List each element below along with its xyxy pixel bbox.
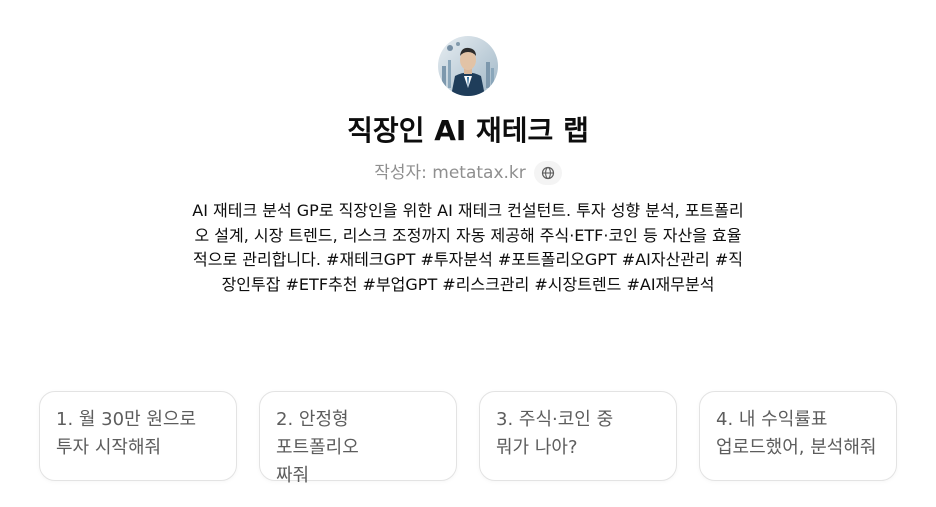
starter-label: 3. 주식·코인 중 뭐가 나아? (496, 409, 614, 458)
starter-label: 2. 안정형 포트폴리오 짜줘 (276, 409, 359, 486)
gpt-description: AI 재테크 분석 GP로 직장인을 위한 AI 재테크 컨설턴트. 투자 성향… (192, 201, 744, 294)
gpt-avatar (438, 36, 498, 96)
author-label: 작성자: metatax.kr (374, 163, 526, 183)
author-row: 작성자: metatax.kr (0, 161, 936, 185)
globe-icon (541, 166, 554, 180)
starter-label: 1. 월 30만 원으로 투자 시작해줘 (56, 409, 197, 458)
conversation-starters: 1. 월 30만 원으로 투자 시작해줘 2. 안정형 포트폴리오 짜줘 3. … (39, 391, 899, 486)
author-website-link[interactable] (533, 161, 562, 185)
starter-label: 4. 내 수익률표 업로드했어, 분석해줘 (716, 409, 877, 458)
gpt-profile-page: 직장인 AI 재테크 랩 작성자: metatax.kr AI 재테크 분석 G… (0, 0, 936, 507)
gpt-title: 직장인 AI 재테크 랩 (347, 114, 589, 147)
conversation-starter-3[interactable]: 3. 주식·코인 중 뭐가 나아? (479, 391, 677, 481)
conversation-starter-1[interactable]: 1. 월 30만 원으로 투자 시작해줘 (39, 391, 237, 481)
conversation-starter-2[interactable]: 2. 안정형 포트폴리오 짜줘 (259, 391, 457, 486)
businessman-avatar-icon (438, 36, 498, 96)
conversation-starter-4[interactable]: 4. 내 수익률표 업로드했어, 분석해줘 (699, 391, 897, 481)
